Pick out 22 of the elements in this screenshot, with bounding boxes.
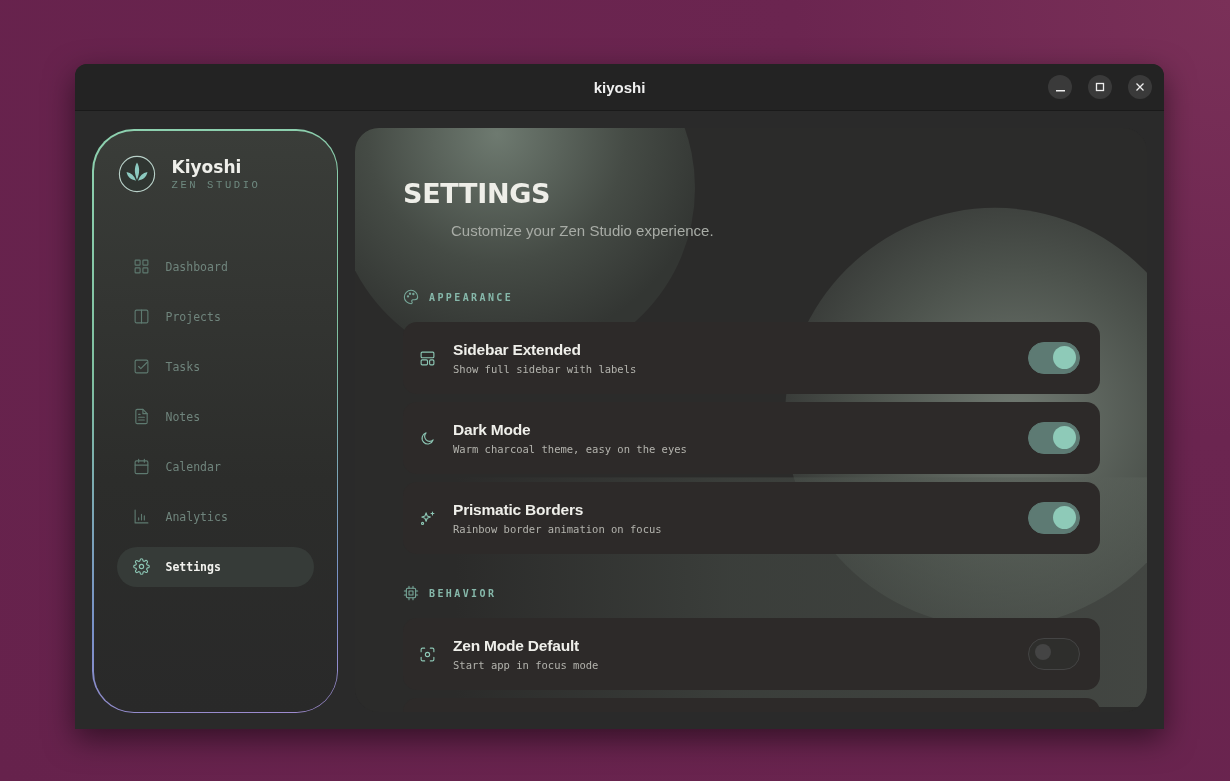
page-title: SETTINGS [403, 178, 552, 210]
app-tagline: ZEN STUDIO [171, 178, 261, 191]
sidebar-item[interactable]: Notes [116, 396, 314, 437]
setting-description: Show full sidebar with labels [453, 363, 638, 375]
page-subtitle: Customize your Zen Studio experience. [451, 222, 715, 239]
app-name: Kiyoshi [171, 156, 243, 177]
setting-title: Dark Mode [453, 421, 532, 439]
section-heading: APPEARANCE [429, 291, 514, 303]
setting-description: Start app in focus mode [453, 659, 600, 671]
window-title: kiyoshi [593, 78, 646, 96]
setting-description: Rainbow border animation on focus [453, 523, 663, 535]
sidebar-item[interactable]: Analytics [116, 496, 314, 537]
setting-description: Warm charcoal theme, easy on the eyes [453, 443, 688, 455]
sidebar-item[interactable]: Calendar [116, 446, 314, 487]
setting-title: Sidebar Extended [453, 341, 582, 359]
setting-title: Prismatic Borders [453, 501, 585, 519]
sidebar-item[interactable]: Settings [116, 546, 314, 587]
sidebar-item[interactable]: Projects [116, 296, 314, 337]
sidebar-item[interactable]: Tasks [116, 346, 314, 387]
setting-title: Zen Mode Default [453, 637, 580, 655]
sidebar-item[interactable]: Dashboard [116, 246, 314, 287]
section-heading: BEHAVIOR [429, 587, 497, 599]
